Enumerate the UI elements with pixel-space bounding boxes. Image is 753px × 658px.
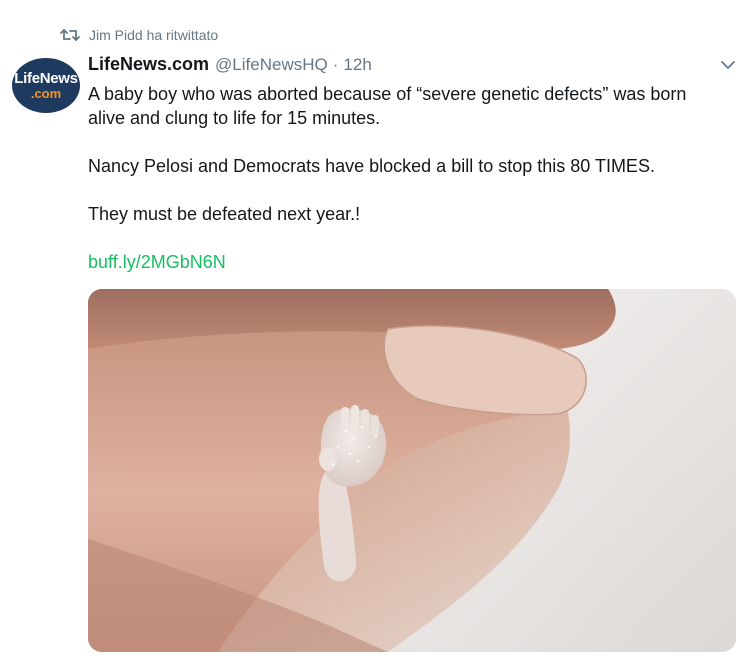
chevron-down-icon[interactable] <box>719 58 737 72</box>
retweet-context[interactable]: Jim Pidd ha ritwittato <box>60 23 218 47</box>
tweet-media-image[interactable] <box>88 289 736 652</box>
tweet-paragraph: Nancy Pelosi and Democrats have blocked … <box>88 156 655 176</box>
author-handle[interactable]: @LifeNewsHQ <box>215 55 328 75</box>
header-separator: · <box>332 55 339 74</box>
tweet-link[interactable]: buff.ly/2MGbN6N <box>88 252 226 272</box>
author-name[interactable]: LifeNews.com <box>88 54 209 75</box>
tweet-text: A baby boy who was aborted because of “s… <box>88 82 728 274</box>
retweet-context-text[interactable]: Jim Pidd ha ritwittato <box>89 27 218 43</box>
tweet-header: LifeNews.com @LifeNewsHQ · 12h <box>88 54 372 78</box>
avatar-logo-suffix: .com <box>30 86 62 101</box>
avatar-logo-text: LifeNews <box>14 70 78 87</box>
retweet-icon <box>60 27 80 43</box>
avatar[interactable]: LifeNews .com <box>12 58 80 113</box>
tweet-paragraph: They must be defeated next year.! <box>88 204 361 224</box>
tweet-timestamp[interactable]: 12h <box>343 55 371 75</box>
tweet-paragraph: A baby boy who was aborted because of “s… <box>88 84 687 128</box>
